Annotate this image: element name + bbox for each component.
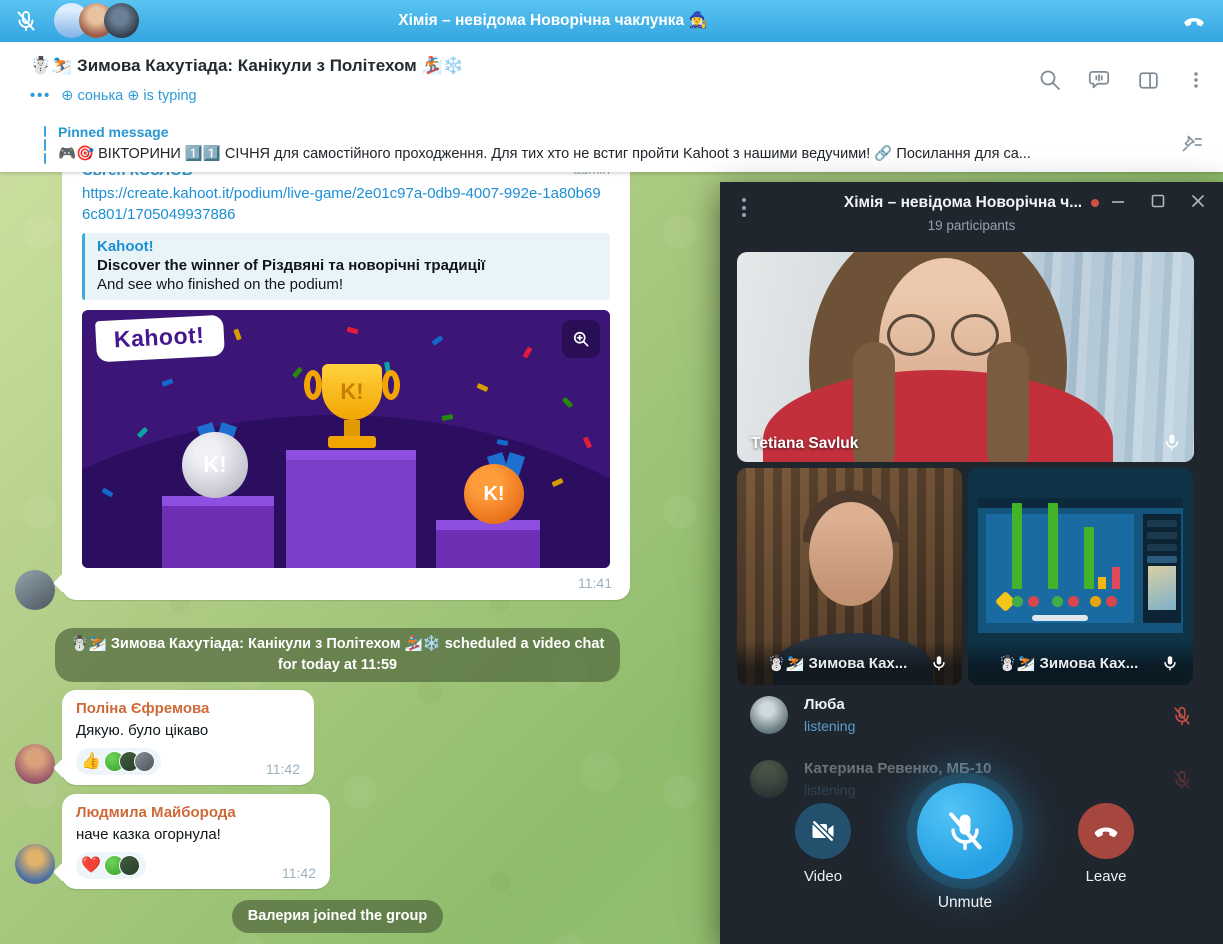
service-message-scheduled: ☃️⛷️ Зимова Кахутіада: Канікули з Політе… <box>0 628 675 682</box>
typing-indicator: ••• ⊕ сонька ⊕ is typing <box>30 88 197 104</box>
maximize-icon[interactable] <box>1141 188 1175 214</box>
avatar <box>104 3 139 38</box>
message-bubble: Поліна Єфремова Дякую. було цікаво 👍 11:… <box>62 690 314 785</box>
leave-button-label: Leave <box>1056 868 1156 885</box>
participants-count: 19 participants <box>720 218 1223 233</box>
thumbs-up-reaction: 👍 <box>81 752 101 772</box>
minimize-icon[interactable] <box>1101 188 1135 214</box>
podium-second <box>162 496 274 568</box>
message-time: 11:41 <box>578 575 612 591</box>
mic-muted-icon <box>14 8 38 34</box>
service-text: Валерия joined the group <box>232 900 443 933</box>
service-message-joined: Валерия joined the group <box>0 900 675 933</box>
mic-muted-icon <box>1171 704 1193 728</box>
sidebar-toggle-icon[interactable] <box>1136 68 1161 93</box>
video-tile-screenshare[interactable]: ☃️⛷️ Зимова Ках... <box>968 468 1193 685</box>
message-bubble-admin: Євген КОЗЛОВ admin https://create.kahoot… <box>62 150 630 600</box>
reactor-avatar <box>119 855 140 876</box>
telegram-app: Хімія – невідома Новорічна чаклунка 🧙‍♀️… <box>0 0 1223 944</box>
preview-description: And see who finished on the podium! <box>97 276 598 293</box>
message-time: 11:42 <box>266 761 300 777</box>
leave-call-button[interactable] <box>1078 803 1134 859</box>
group-call-window: Хімія – невідома Новорічна ч... 19 parti… <box>720 182 1223 944</box>
preview-site: Kahoot! <box>97 238 598 255</box>
pinned-text: 🎮🎯 ВІКТОРИНИ 1️⃣1️⃣ СІЧНЯ для самостійно… <box>58 145 1158 162</box>
avatar[interactable] <box>15 844 55 884</box>
gold-trophy: K! <box>314 364 390 452</box>
zoom-in-icon[interactable] <box>562 320 600 358</box>
typing-dots: ••• <box>30 88 51 104</box>
search-icon[interactable] <box>1038 68 1062 92</box>
video-toggle-button[interactable] <box>795 803 851 859</box>
call-window-header: Хімія – невідома Новорічна ч... 19 parti… <box>720 182 1223 252</box>
avatar <box>750 760 788 798</box>
participant-status: listening <box>804 718 855 734</box>
pin-list-icon[interactable] <box>1179 133 1205 157</box>
participant-row[interactable]: Люба listening <box>720 690 1223 748</box>
service-line: for today at 11:59 <box>71 655 605 676</box>
hangup-icon[interactable] <box>1181 9 1207 33</box>
unmute-button-label: Unmute <box>905 894 1025 912</box>
avatar <box>750 696 788 734</box>
video-button-label: Video <box>773 868 873 885</box>
avatar[interactable] <box>15 570 55 610</box>
mic-on-icon <box>930 653 948 673</box>
close-icon[interactable] <box>1181 188 1215 214</box>
tile-participant-name: ☃️⛷️ Зимова Ках... <box>998 654 1138 672</box>
video-feed <box>737 252 1194 462</box>
kahoot-logo: Kahoot! <box>95 315 225 363</box>
chat-header: ☃️⛷️ Зимова Кахутіада: Канікули з Політе… <box>0 42 1223 118</box>
preview-title: Discover the winner of Різдвяні та новор… <box>97 257 598 274</box>
message-text: наче казка огорнула! <box>76 826 316 843</box>
mic-on-icon <box>1161 653 1179 673</box>
video-tile-host[interactable]: ☃️⛷️ Зимова Ках... <box>737 468 962 685</box>
voice-chat-icon[interactable] <box>1086 67 1112 93</box>
message-text: Дякую. було цікаво <box>76 722 300 739</box>
mic-muted-icon <box>1171 768 1193 792</box>
active-call-bar[interactable]: Хімія – невідома Новорічна чаклунка 🧙‍♀️ <box>0 0 1223 42</box>
mic-on-icon <box>1162 431 1182 453</box>
call-participant-avatars <box>54 3 129 38</box>
link-preview[interactable]: Kahoot! Discover the winner of Різдвяні … <box>82 233 610 300</box>
podium-third <box>436 520 540 568</box>
podium-first <box>286 450 416 568</box>
silver-medal: K! <box>182 432 248 498</box>
bronze-medal: K! <box>464 464 524 524</box>
tile-participant-name: ☃️⛷️ Зимова Ках... <box>767 654 907 672</box>
chat-title[interactable]: ☃️⛷️ Зимова Кахутіада: Канікули з Політе… <box>30 56 464 76</box>
reaction-pill[interactable]: 👍 <box>76 748 161 775</box>
participant-name: Катерина Ревенко, МБ-10 <box>804 760 992 777</box>
sender-name[interactable]: Людмила Майборода <box>76 804 316 821</box>
call-title: Хімія – невідома Новорічна чаклунка 🧙‍♀️ <box>398 11 708 30</box>
typing-text: ⊕ сонька ⊕ is typing <box>61 88 196 104</box>
participant-status: listening <box>804 782 855 798</box>
message-link[interactable]: https://create.kahoot.it/podium/live-gam… <box>82 183 604 225</box>
video-tile-main[interactable]: Tetiana Savluk <box>737 252 1194 462</box>
unmute-button[interactable] <box>917 783 1013 879</box>
pin-segments <box>44 126 46 164</box>
menu-kebab-icon[interactable] <box>1185 68 1207 92</box>
participant-name: Люба <box>804 696 845 713</box>
pinned-label: Pinned message <box>58 124 169 140</box>
message-time: 11:42 <box>282 865 316 881</box>
service-line: ☃️⛷️ Зимова Кахутіада: Канікули з Політе… <box>71 634 605 655</box>
kahoot-preview-image[interactable]: Kahoot! K! K! K! <box>82 310 610 568</box>
sender-name[interactable]: Поліна Єфремова <box>76 700 300 717</box>
avatar[interactable] <box>15 744 55 784</box>
tile-participant-name: Tetiana Savluk <box>751 435 858 453</box>
reaction-pill[interactable]: ❤️ <box>76 852 146 879</box>
recording-dot <box>1091 199 1099 207</box>
heart-reaction: ❤️ <box>81 856 101 876</box>
call-window-title: Хімія – невідома Новорічна ч... <box>844 194 1082 212</box>
message-bubble: Людмила Майборода наче казка огорнула! ❤… <box>62 794 330 889</box>
pinned-message-bar[interactable]: Pinned message 🎮🎯 ВІКТОРИНИ 1️⃣1️⃣ СІЧНЯ… <box>0 118 1223 172</box>
reactor-avatar <box>134 751 155 772</box>
